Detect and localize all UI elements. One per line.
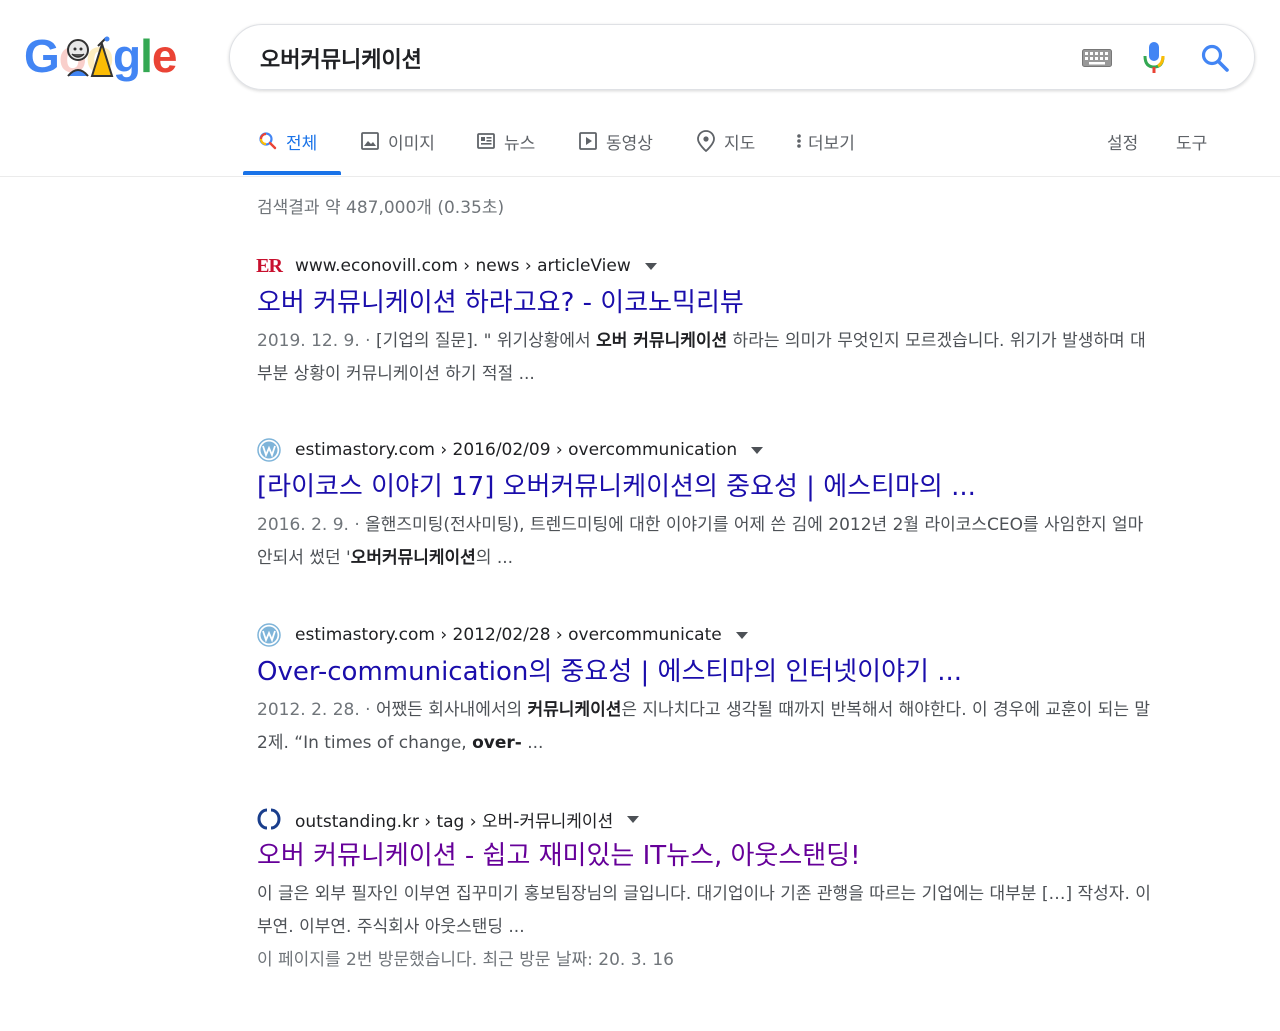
result-date: 2016. 2. 9. ·: [257, 515, 366, 535]
tab-images[interactable]: 이미지: [360, 126, 435, 156]
snippet-highlight: 커뮤니케이션: [527, 700, 622, 720]
google-logo[interactable]: Google: [24, 28, 178, 84]
tab-more[interactable]: 더보기: [794, 126, 855, 156]
tab-maps[interactable]: 지도: [696, 126, 755, 156]
result-title[interactable]: 오버 커뮤니케이션 하라고요? - 이코노믹리뷰: [257, 285, 1157, 321]
search-icon: [259, 132, 277, 150]
result-date: 2012. 2. 28. ·: [257, 700, 376, 720]
news-icon: [477, 133, 495, 149]
result-url: estimastory.com › 2016/02/09 › overcommu…: [295, 440, 738, 460]
favicon-text: ER: [256, 254, 283, 277]
tab-label: 뉴스: [504, 133, 536, 154]
video-icon: [579, 132, 597, 150]
snippet-text: [기업의 질문]. " 위기상황에서: [375, 331, 597, 351]
doodle-figure-icon: [67, 36, 114, 77]
tab-all[interactable]: 전체: [258, 126, 317, 156]
more-vert-icon: [797, 134, 801, 148]
result-title[interactable]: 오버 커뮤니케이션 - 쉽고 재미있는 IT뉴스, 아웃스탠딩!: [257, 838, 1157, 874]
result-date: 2019. 12. 9. ·: [257, 331, 376, 351]
search-box: [229, 24, 1255, 90]
search-input[interactable]: [258, 37, 1042, 79]
visit-history-note: 이 페이지를 2번 방문했습니다. 최근 방문 날짜: 20. 3. 16: [257, 950, 674, 970]
econovill-favicon-icon: ER: [256, 254, 283, 278]
map-pin-icon: [697, 130, 715, 152]
result-snippet: 이 글은 외부 필자인 이부연 집꾸미기 홍보팀장님의 글입니다. 대기업이나 …: [257, 878, 1157, 944]
tools-label: 도구: [1176, 133, 1208, 154]
result-cite[interactable]: estimastory.com › 2016/02/09 › overcommu…: [257, 435, 1157, 465]
search-tabs: 전체 이미지 뉴스 동영상 지도 더보기 설정 도구: [0, 110, 1280, 177]
snippet-text: 이 글은 외부 필자인 이부연 집꾸미기 홍보팀장님의 글입니다. 대기업이나 …: [257, 884, 1151, 937]
snippet-text: ...: [521, 733, 544, 753]
search-icon[interactable]: [1200, 43, 1230, 73]
tab-label: 이미지: [388, 133, 435, 154]
tab-news[interactable]: 뉴스: [476, 126, 535, 156]
snippet-text: 의 ...: [475, 548, 514, 568]
search-result: estimastory.com › 2016/02/09 › overcommu…: [257, 435, 1157, 575]
result-url: estimastory.com › 2012/02/28 › overcommu…: [295, 625, 722, 645]
snippet-text: 어쨌든 회사내에서의: [375, 700, 528, 720]
snippet-highlight: over-: [472, 733, 522, 753]
result-title[interactable]: [라이코스 이야기 17] 오버커뮤니케이션의 중요성 | 에스티마의 ...: [257, 469, 1157, 505]
active-tab-indicator: [243, 171, 341, 175]
result-snippet: 2012. 2. 28. · 어쨌든 회사내에서의 커뮤니케이션은 지나치다고 …: [257, 694, 1157, 760]
mic-icon[interactable]: [1142, 41, 1166, 75]
snippet-highlight: 오버커뮤니케이션: [350, 548, 476, 568]
tools-link[interactable]: 도구: [1176, 126, 1207, 156]
caret-down-icon[interactable]: [627, 815, 640, 823]
tab-label: 지도: [724, 133, 756, 154]
result-stats: 검색결과 약 487,000개 (0.35초): [257, 198, 505, 218]
settings-label: 설정: [1107, 133, 1139, 154]
caret-down-icon[interactable]: [644, 262, 657, 270]
wordpress-favicon-icon: [257, 623, 281, 647]
result-title[interactable]: Over-communication의 중요성 | 에스티마의 인터넷이야기 .…: [257, 654, 1157, 690]
keyboard-icon[interactable]: [1082, 49, 1112, 67]
caret-down-icon[interactable]: [751, 446, 764, 454]
result-url: outstanding.kr › tag › 오버-커뮤니케이션: [295, 811, 614, 832]
result-snippet: 2016. 2. 9. · 올핸즈미팅(전사미팅), 트렌드미팅에 대한 이야기…: [257, 509, 1157, 575]
outstanding-favicon-icon: [257, 807, 281, 831]
wordpress-favicon-icon: [257, 438, 281, 462]
result-cite[interactable]: estimastory.com › 2012/02/28 › overcommu…: [257, 620, 1157, 650]
result-snippet: 2019. 12. 9. · [기업의 질문]. " 위기상황에서 오버 커뮤니…: [257, 325, 1157, 391]
search-result: ER www.econovill.com › news › articleVie…: [256, 251, 1157, 391]
search-result: outstanding.kr › tag › 오버-커뮤니케이션 오버 커뮤니케…: [257, 804, 1157, 977]
search-result: estimastory.com › 2012/02/28 › overcommu…: [257, 620, 1157, 760]
snippet-highlight: 오버 커뮤니케이션: [596, 331, 728, 351]
image-icon: [361, 132, 379, 150]
logo-letter: e: [151, 30, 178, 82]
caret-down-icon[interactable]: [735, 631, 748, 639]
result-cite[interactable]: ER www.econovill.com › news › articleVie…: [256, 251, 1157, 281]
tab-videos[interactable]: 동영상: [578, 126, 653, 156]
tab-label: 동영상: [606, 133, 653, 154]
settings-link[interactable]: 설정: [1107, 126, 1138, 156]
tab-label: 더보기: [808, 133, 855, 154]
result-cite[interactable]: outstanding.kr › tag › 오버-커뮤니케이션: [257, 804, 1157, 834]
logo-letter: G: [24, 30, 60, 82]
tab-label: 전체: [286, 133, 318, 154]
logo-letter: l: [140, 30, 153, 82]
result-url: www.econovill.com › news › articleView: [295, 256, 631, 276]
